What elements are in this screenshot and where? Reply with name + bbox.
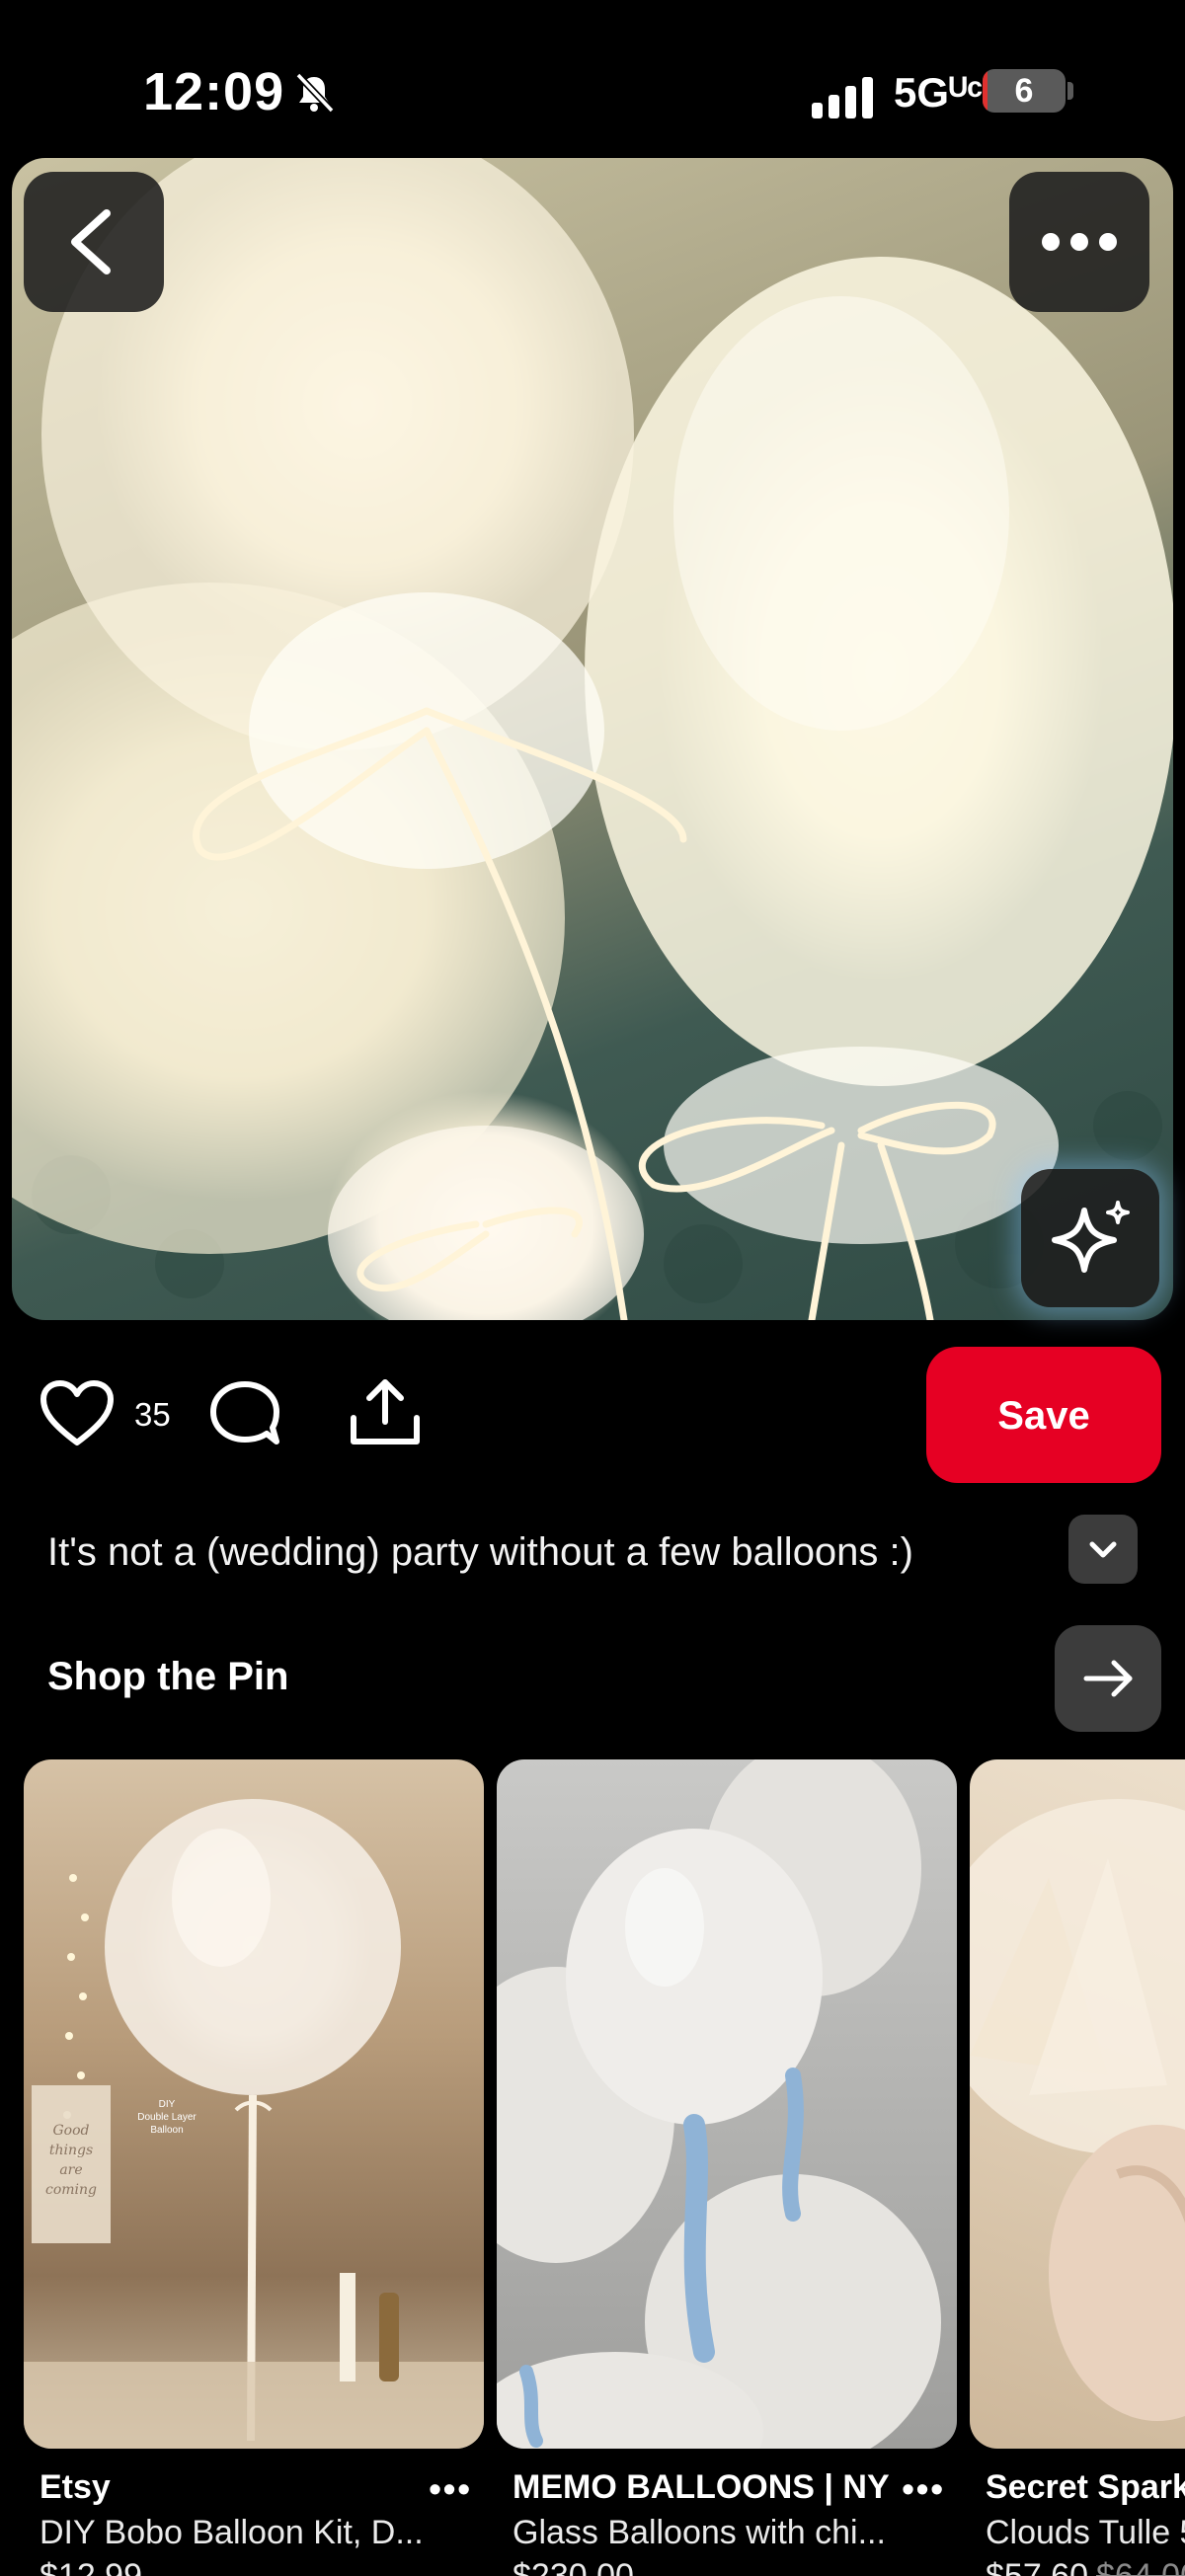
product-image-caption: DIY Double Layer Balloon [137,2099,197,2136]
product-price: $12.99 [40,2557,142,2576]
product-brand: MEMO BALLOONS | NY [513,2468,890,2506]
glass-balloons-illustration [497,1759,941,2449]
product-title: Glass Balloons with chi... [513,2514,886,2551]
product-title: DIY Bobo Balloon Kit, D... [40,2514,424,2551]
product-title: Clouds Tulle 5 [986,2514,1185,2551]
product-image[interactable] [497,1759,957,2449]
more-horizontal-icon[interactable]: ••• [902,2468,945,2510]
product-image[interactable]: Good things are coming DIY Double Layer Ballo… [24,1759,484,2449]
product-brand: Etsy [40,2468,111,2506]
more-horizontal-icon[interactable]: ••• [429,2468,472,2510]
product-image[interactable] [970,1759,1185,2449]
tulle-cloud-illustration [970,1799,1185,2421]
product-brand: Secret Spark [986,2468,1185,2506]
sale-price: $57.60 [986,2557,1088,2576]
original-price: $64.00 [1096,2557,1185,2576]
product-price: $57.60 $64.00 [986,2557,1185,2576]
bobo-balloon-illustration: Good things are coming DIY Double Layer Ballo… [24,1799,484,2449]
product-price: $230.00 [513,2557,634,2576]
product-carousel[interactable]: Good things are coming DIY Double Layer Ballo… [0,0,1185,2576]
